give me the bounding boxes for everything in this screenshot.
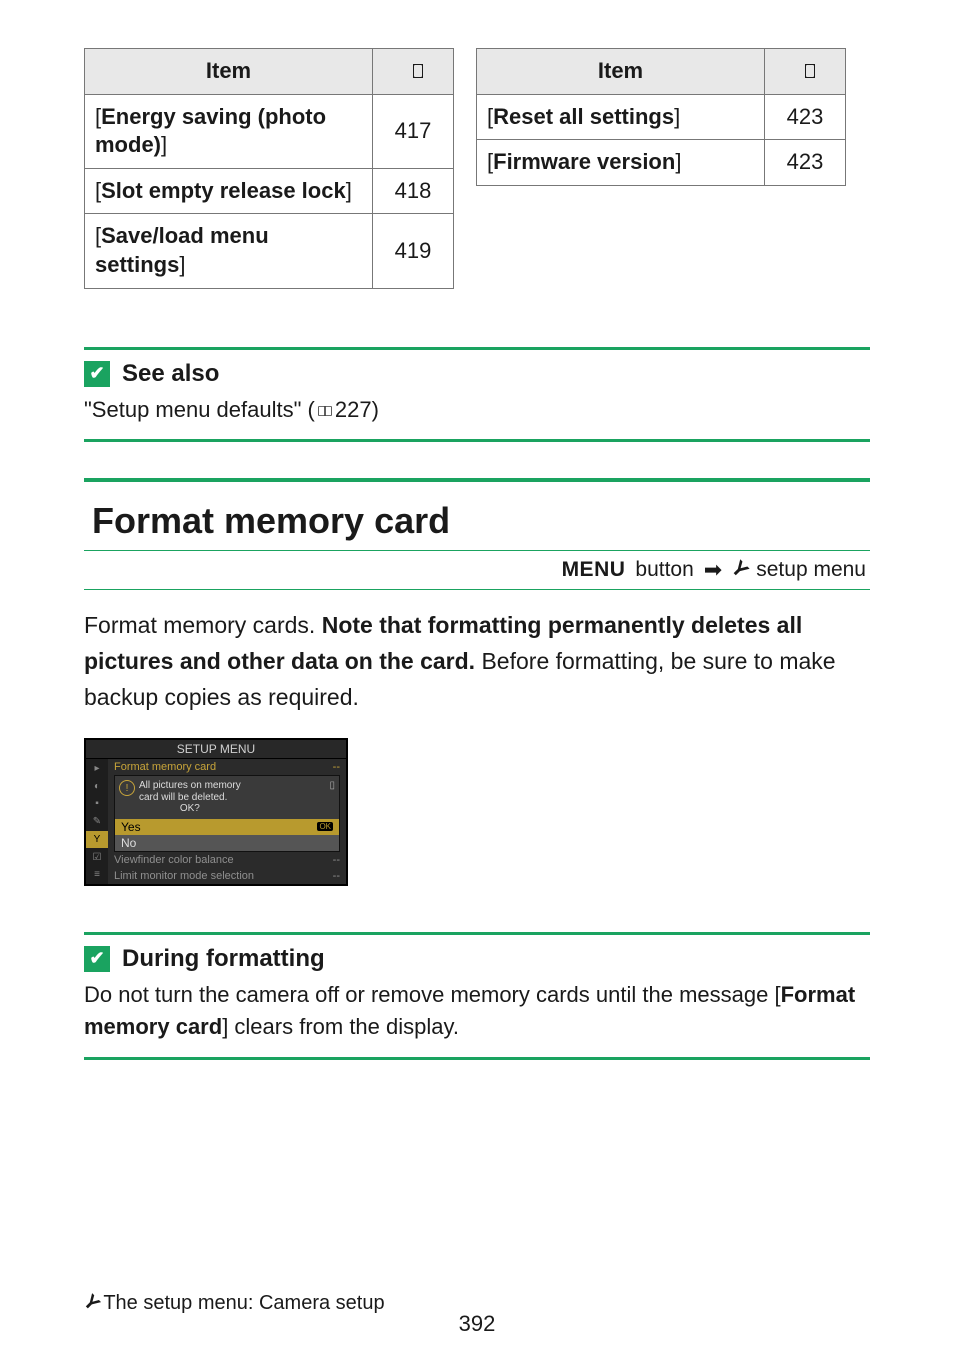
dialog-line: OK? xyxy=(139,803,241,815)
camera-row-format: Format memory card -- xyxy=(108,759,346,775)
see-also-body: "Setup menu defaults" ( 227) xyxy=(84,394,870,426)
camera-setup-menu-screenshot: SETUP MENU ▸ ◐ ▪ ✎ Y ☑ ≡ Format memory c… xyxy=(84,738,348,886)
col-item-header: Item xyxy=(85,49,373,95)
setup-tab-icon: Y xyxy=(86,831,108,849)
no-label: No xyxy=(121,836,136,850)
during-formatting-body: Do not turn the camera off or remove mem… xyxy=(84,979,870,1043)
camera-menu-title: SETUP MENU xyxy=(86,740,346,759)
camera-row: Viewfinder color balance -- xyxy=(108,852,346,868)
mymenu-tab-icon: ≡ xyxy=(86,866,108,884)
ok-badge: OK xyxy=(317,822,333,831)
page-number: 392 xyxy=(0,1311,954,1337)
menu-item-label: Reset all settings xyxy=(487,104,680,129)
camera-confirm-dialog: All pictures on memory card will be dele… xyxy=(114,775,340,852)
see-also-text: "Setup menu defaults" ( xyxy=(84,397,315,422)
col-page-header xyxy=(373,49,454,95)
menu-index-tables: Item Energy saving (photo mode) 417 Slot… xyxy=(84,48,870,289)
menu-table-left: Item Energy saving (photo mode) 417 Slot… xyxy=(84,48,454,289)
check-icon xyxy=(84,946,110,972)
breadcrumb-target: setup menu xyxy=(756,558,866,582)
row-value: -- xyxy=(333,870,340,882)
table-row: Reset all settings 423 xyxy=(477,94,846,140)
pencil-tab-icon: ✎ xyxy=(86,813,108,831)
wrench-icon: Y xyxy=(726,557,753,584)
col-item-header: Item xyxy=(477,49,765,95)
menu-item-label: Energy saving (photo mode) xyxy=(95,104,326,158)
body-text: Format memory cards. xyxy=(84,612,322,638)
section-body: Format memory cards. Note that formattin… xyxy=(84,608,870,715)
camera-tab-icon: ◐ xyxy=(86,777,108,795)
video-tab-icon: ▪ xyxy=(86,795,108,813)
format-memory-card-section: Format memory card MENU button ➡ Y setup… xyxy=(84,478,870,885)
row-value: -- xyxy=(333,761,340,773)
retouch-tab-icon: ☑ xyxy=(86,848,108,866)
during-formatting-title: During formatting xyxy=(122,945,325,973)
table-row: Save/load menu settings 419 xyxy=(85,214,454,288)
menu-item-page: 418 xyxy=(373,168,454,214)
camera-left-tabs: ▸ ◐ ▪ ✎ Y ☑ ≡ xyxy=(86,759,108,884)
menu-item-label: Slot empty release lock xyxy=(95,178,352,203)
row-label: Format memory card xyxy=(114,761,216,773)
dialog-line: card will be deleted. xyxy=(139,792,241,804)
breadcrumb: MENU button ➡ Y setup menu xyxy=(84,550,870,590)
book-icon xyxy=(318,406,332,416)
menu-item-label: Firmware version xyxy=(487,149,681,174)
section-title: Format memory card xyxy=(92,500,870,542)
body-text: ] clears from the display. xyxy=(222,1014,459,1039)
book-icon xyxy=(795,64,815,78)
menu-item-page: 419 xyxy=(373,214,454,288)
menu-item-page: 417 xyxy=(373,94,454,168)
menu-item-page: 423 xyxy=(765,140,846,186)
during-formatting-box: During formatting Do not turn the camera… xyxy=(84,932,870,1060)
playback-tab-icon: ▸ xyxy=(86,759,108,777)
check-icon xyxy=(84,361,110,387)
row-label: Viewfinder color balance xyxy=(114,854,234,866)
row-label: Limit monitor mode selection xyxy=(114,870,254,882)
camera-row: Limit monitor mode selection -- xyxy=(108,868,346,884)
table-row: Slot empty release lock 418 xyxy=(85,168,454,214)
see-also-text: ) xyxy=(372,397,379,422)
arrow-right-icon: ➡ xyxy=(704,557,722,583)
card-slot-icon: ▯ xyxy=(329,780,335,791)
menu-item-page: 423 xyxy=(765,94,846,140)
yes-label: Yes xyxy=(121,820,141,834)
dialog-no-option: No xyxy=(115,835,339,851)
table-row: Energy saving (photo mode) 417 xyxy=(85,94,454,168)
see-also-page-ref: 227 xyxy=(335,397,372,422)
see-also-title: See also xyxy=(122,360,219,388)
row-value: -- xyxy=(333,854,340,866)
menu-button-label: MENU xyxy=(562,558,626,582)
body-text: Do not turn the camera off or remove mem… xyxy=(84,982,781,1007)
see-also-box: See also "Setup menu defaults" ( 227) xyxy=(84,347,870,443)
book-icon xyxy=(403,64,423,78)
dialog-line: All pictures on memory xyxy=(139,780,241,792)
warning-icon xyxy=(119,780,135,796)
menu-table-right: Item Reset all settings 423 Firmware ver… xyxy=(476,48,846,186)
table-row: Firmware version 423 xyxy=(477,140,846,186)
col-page-header xyxy=(765,49,846,95)
breadcrumb-text: button xyxy=(635,558,693,582)
dialog-yes-option: Yes OK xyxy=(115,819,339,835)
menu-item-label: Save/load menu settings xyxy=(95,223,269,277)
